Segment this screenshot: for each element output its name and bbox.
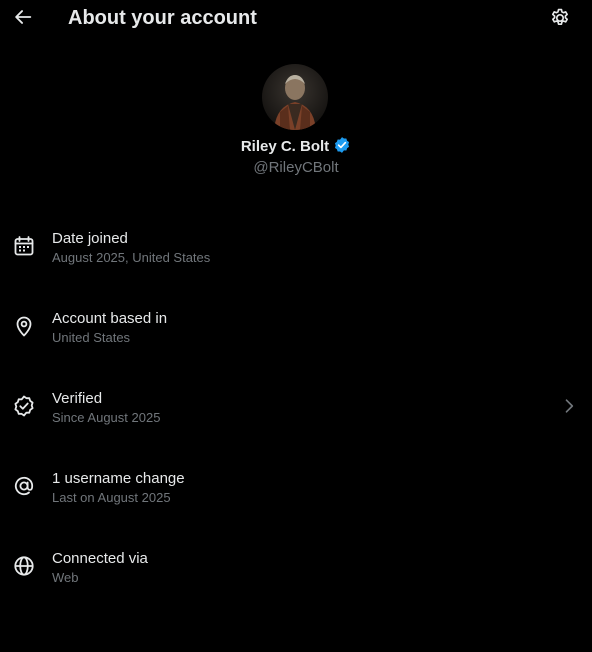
info-value: Last on August 2025 [52,490,171,505]
info-label: Connected via [52,550,148,567]
info-value: Since August 2025 [52,410,161,425]
info-label: Date joined [52,230,128,247]
verified-badge-icon [333,136,351,154]
settings-button[interactable] [549,7,571,29]
calendar-icon [12,234,36,258]
avatar[interactable] [262,64,328,130]
info-label: 1 username change [52,470,185,487]
arrow-left-icon [15,10,32,24]
back-button[interactable] [12,6,34,28]
info-item-verified[interactable]: Verified Since August 2025 [0,366,592,446]
info-item-account-based-in: Account based in United States [0,286,592,366]
display-name: Riley C. Bolt [240,138,330,155]
info-item-connected-via: Connected via Web [0,526,592,606]
info-value: August 2025, United States [52,250,211,265]
display-name-row: Riley C. Bolt [0,136,592,157]
gear-icon [551,8,568,25]
page-header: About your account [0,0,592,36]
user-handle: @RileyCBolt [253,159,339,176]
avatar-image [262,64,328,130]
info-item-date-joined: Date joined August 2025, United States [0,206,592,286]
at-sign-icon [12,474,36,498]
info-label: Verified [52,390,103,407]
info-item-username-change: 1 username change Last on August 2025 [0,446,592,526]
chevron-right-icon[interactable] [559,396,579,416]
account-info-list: Date joined August 2025, United States A… [0,206,592,606]
info-value: Web [52,570,79,585]
info-value: United States [52,330,131,345]
page-title: About your account [68,7,257,29]
location-pin-icon [12,314,36,338]
info-label: Account based in [52,310,168,327]
verified-badge-icon [12,394,36,418]
globe-icon [12,554,36,578]
